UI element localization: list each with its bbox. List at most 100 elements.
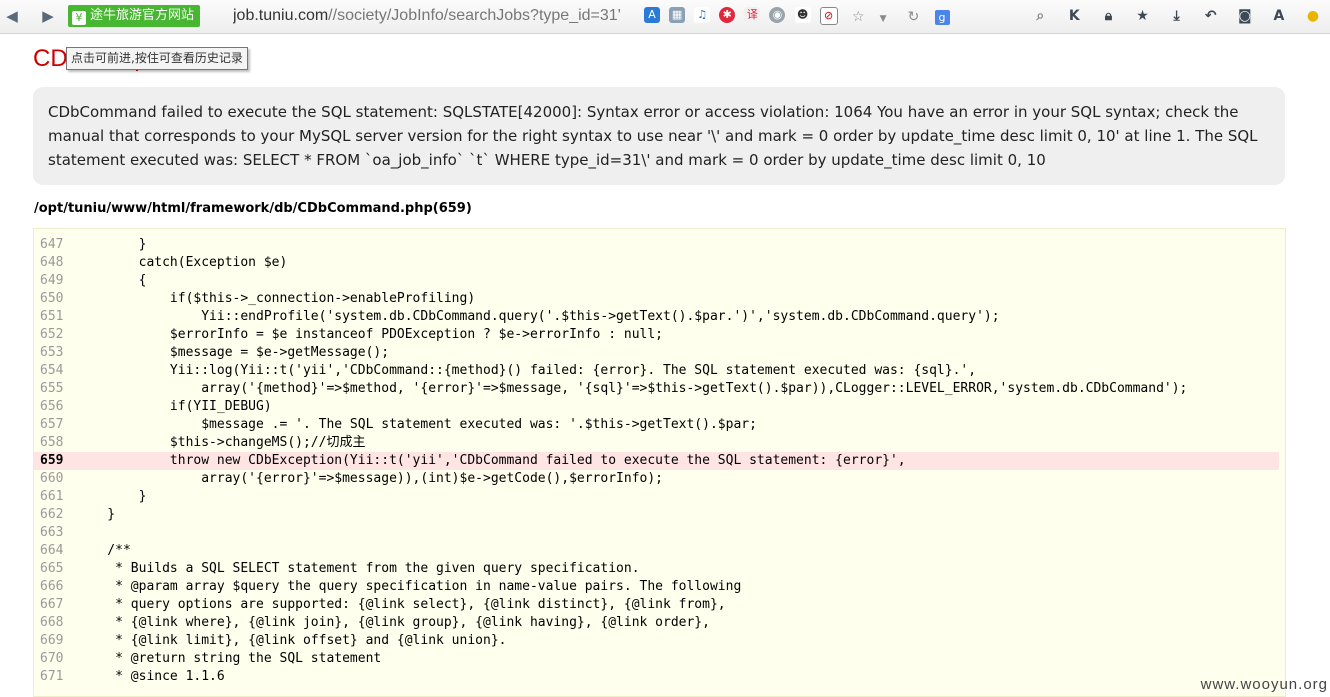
line-number: 649 [40,273,64,288]
k-icon[interactable]: K [1063,5,1085,27]
code-text: * {@link where}, {@link join}, {@link gr… [76,615,710,630]
code-line: 655 array('{method}'=>$method, '{error}'… [34,380,1285,398]
extension-icons: A ▦ ♫ ✱ 译 ◉ ☻ ⊘ [644,7,842,25]
code-line: 668 * {@link where}, {@link join}, {@lin… [34,614,1285,632]
toolbar-actions: ☆ ▼ ↻ g [852,6,960,26]
code-text: * {@link limit}, {@link offset} and {@li… [76,633,507,648]
translate-cn-extension-icon[interactable]: 译 [744,7,761,23]
line-number: 660 [40,471,64,486]
code-line: 656 if(YII_DEBUG) [34,398,1285,416]
star-add-icon[interactable]: ★ [1132,5,1154,27]
forward-arrow-icon[interactable]: ▶ [38,6,58,26]
line-number: 656 [40,399,64,414]
source-code-panel: 647 } 648 catch(Exception $e) 649 {650 if(… [33,228,1286,697]
line-number: 650 [40,291,64,306]
gamepad-icon[interactable]: ◙ [1234,5,1256,27]
font-a-icon[interactable]: A [1268,5,1290,27]
line-number: 661 [40,489,64,504]
code-text: /** [76,543,131,558]
code-text: * @param array $query the query specific… [76,579,742,594]
code-line: 662 } [34,506,1285,524]
code-text: $message .= '. The SQL statement execute… [76,417,757,432]
line-number: 659 [40,453,64,468]
code-text: } [76,507,116,522]
line-number: 652 [40,327,64,342]
code-line: 664 /** [34,542,1285,560]
line-number: 651 [40,309,64,324]
code-line: 652 $errorInfo = $e instanceof PDOExcept… [34,326,1285,344]
code-text: array('{error}'=>$message)),(int)$e->get… [76,471,663,486]
code-text: } [76,489,147,504]
code-line: 648 catch(Exception $e) [34,254,1285,272]
file-reference: /opt/tuniu/www/html/framework/db/CDbComm… [34,201,472,216]
code-line: 657 $message .= '. The SQL statement exe… [34,416,1285,434]
code-text: * Builds a SQL SELECT statement from the… [76,561,640,576]
line-number: 671 [40,669,64,684]
line-number: 669 [40,633,64,648]
code-line: 670 * @return string the SQL statement [34,650,1285,668]
site-badge-label: 途牛旅游官方网站 [90,8,195,23]
download-icon[interactable]: ⤓ [1166,5,1188,27]
address-bar[interactable]: job.tuniu.com//society/JobInfo/searchJob… [233,6,633,26]
line-number: 654 [40,363,64,378]
lock-icon[interactable]: 🔒︎ [1097,5,1119,27]
line-number: 653 [40,345,64,360]
code-line: 667 * query options are supported: {@lin… [34,596,1285,614]
url-path: //society/JobInfo/searchJobs?type_id=31' [328,7,621,24]
line-number: 667 [40,597,64,612]
bird-icon[interactable]: ● [1302,5,1324,27]
back-arrow-icon[interactable]: ◀ [2,6,22,26]
code-line: 666 * @param array $query the query spec… [34,578,1285,596]
line-number: 663 [40,525,64,540]
code-line: 665 * Builds a SQL SELECT statement from… [34,560,1285,578]
code-line: 647 } [34,236,1285,254]
code-line: 669 * {@link limit}, {@link offset} and … [34,632,1285,650]
code-line: 659 throw new CDbException(Yii::t('yii',… [34,452,1279,470]
code-line: 649 { [34,272,1285,290]
undo-icon[interactable]: ↶ [1200,5,1222,27]
line-number: 664 [40,543,64,558]
line-number: 666 [40,579,64,594]
code-line: 650 if($this->_connection->enableProfili… [34,290,1285,308]
line-number: 668 [40,615,64,630]
chevron-down-icon[interactable]: ▼ [880,9,887,29]
qq-extension-icon[interactable]: ☻ [794,7,811,23]
code-text: * @since 1.1.6 [76,669,225,684]
weibo-extension-icon[interactable]: ✱ [719,7,736,23]
source-code-lines: 647 } 648 catch(Exception $e) 649 {650 if(… [34,229,1285,686]
search-icon[interactable]: ⌕ [1029,5,1051,27]
line-number: 648 [40,255,64,270]
code-text: catch(Exception $e) [76,255,288,270]
translate-extension-icon[interactable]: A [644,7,660,23]
star-icon[interactable]: ☆ [852,7,865,27]
toolbar-right-icons: ⌕ K 🔒︎ ★ ⤓ ↶ ◙ A ● [1022,5,1324,27]
forward-tooltip: 点击可前进,按住可查看历史记录 [66,47,248,70]
code-line: 651 Yii::endProfile('system.db.CDbComman… [34,308,1285,326]
google-search-icon[interactable]: g [934,10,950,25]
music-extension-icon[interactable]: ♫ [694,7,711,23]
code-text: $message = $e->getMessage(); [76,345,390,360]
code-line: 661 } [34,488,1285,506]
globe-extension-icon[interactable]: ◉ [769,7,786,23]
code-text: array('{method}'=>$method, '{error}'=>$m… [76,381,1188,396]
yen-icon: ¥ [72,11,86,25]
code-line: 653 $message = $e->getMessage(); [34,344,1285,362]
line-number: 657 [40,417,64,432]
watermark: www.wooyun.org [1200,676,1328,693]
reload-icon[interactable]: ↻ [908,7,920,27]
adblock-extension-icon[interactable]: ⊘ [819,7,838,25]
line-number: 670 [40,651,64,666]
line-number: 655 [40,381,64,396]
bookmark-extension-icon[interactable]: ▦ [669,7,686,23]
code-line: 660 array('{error}'=>$message)),(int)$e-… [34,470,1285,488]
code-text: { [76,273,147,288]
line-number: 665 [40,561,64,576]
site-verified-badge[interactable]: ¥ 途牛旅游官方网站 [68,5,201,27]
code-text: throw new CDbException(Yii::t('yii','CDb… [76,453,906,468]
browser-toolbar: ◀ ▶ ¥ 途牛旅游官方网站 job.tuniu.com//society/Job… [0,0,1330,34]
code-text: if($this->_connection->enableProfiling) [76,291,476,306]
line-number: 647 [40,237,64,252]
code-text: } [76,237,147,252]
code-text: if(YII_DEBUG) [76,399,272,414]
line-number: 662 [40,507,64,522]
